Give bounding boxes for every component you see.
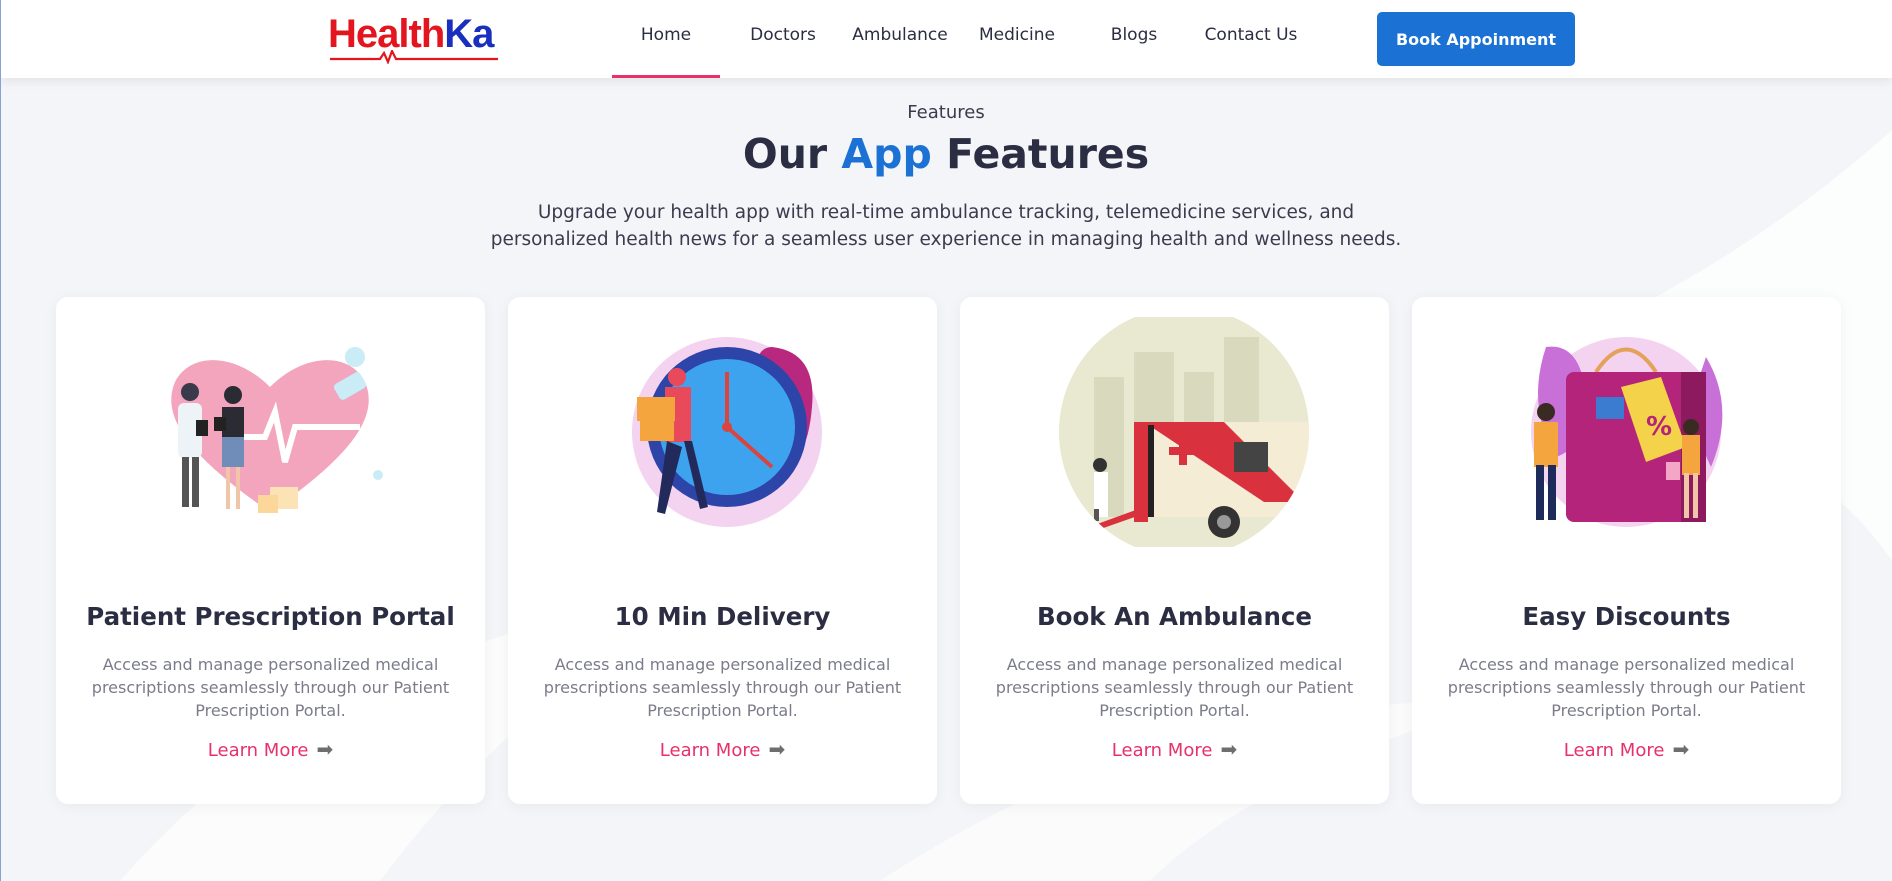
section-subtitle: Upgrade your health app with real-time a… [490,202,1402,250]
feature-description: Access and manage personalized medical p… [995,655,1354,720]
title-suffix: Features [931,130,1150,178]
feature-card-discounts: % Easy Discounts Access and manage perso… [1412,297,1841,804]
learn-more-label: Learn More [207,740,309,761]
book-appointment-button[interactable]: Book Appoinment [1377,12,1575,66]
arrow-right-icon: ➡ [768,737,786,761]
healthka-logo[interactable]: HealthKa [328,10,500,64]
nav-contact-us[interactable]: Contact Us [1198,0,1304,78]
arrow-right-icon: ➡ [1672,737,1690,761]
learn-more-link[interactable]: Learn More ➡ [960,737,1389,761]
title-prefix: Our [742,130,842,178]
section-title: Our App Features [0,130,1892,178]
feature-description: Access and manage personalized medical p… [91,655,450,720]
feature-card-ambulance: Book An Ambulance Access and manage pers… [960,297,1389,804]
nav-ambulance[interactable]: Ambulance [848,0,952,78]
learn-more-label: Learn More [1563,740,1665,761]
svg-text:%: % [1646,412,1672,442]
ambulance-illustration-icon [1059,317,1309,547]
arrow-right-icon: ➡ [1220,737,1238,761]
nav-doctors[interactable]: Doctors [739,0,827,78]
left-edge-rule [0,0,1,881]
delivery-clock-illustration-icon [632,337,822,527]
learn-more-label: Learn More [1111,740,1213,761]
nav-blogs[interactable]: Blogs [1101,0,1167,78]
nav-home[interactable]: Home [612,0,720,78]
discount-bag-illustration-icon: % [1531,337,1723,527]
learn-more-link[interactable]: Learn More ➡ [1412,737,1841,761]
title-accent: App [841,130,932,178]
feature-card-delivery: 10 Min Delivery Access and manage person… [508,297,937,804]
doctors-heart-illustration-icon [171,347,383,513]
feature-title: Patient Prescription Portal [86,602,455,631]
feature-description: Access and manage personalized medical p… [543,655,902,720]
learn-more-label: Learn More [659,740,761,761]
learn-more-link[interactable]: Learn More ➡ [56,737,485,761]
feature-card-prescription: Patient Prescription Portal Access and m… [56,297,485,804]
section-eyebrow: Features [907,102,985,123]
feature-title: 10 Min Delivery [614,602,831,631]
feature-title: Easy Discounts [1522,602,1731,631]
arrow-right-icon: ➡ [316,737,334,761]
feature-description: Access and manage personalized medical p… [1447,655,1806,720]
nav-medicine[interactable]: Medicine [970,0,1064,78]
feature-title: Book An Ambulance [1036,602,1313,631]
site-header: HealthKa Home Doctors Ambulance Medicine… [0,0,1892,78]
learn-more-link[interactable]: Learn More ➡ [508,737,937,761]
heartbeat-icon [330,50,498,64]
